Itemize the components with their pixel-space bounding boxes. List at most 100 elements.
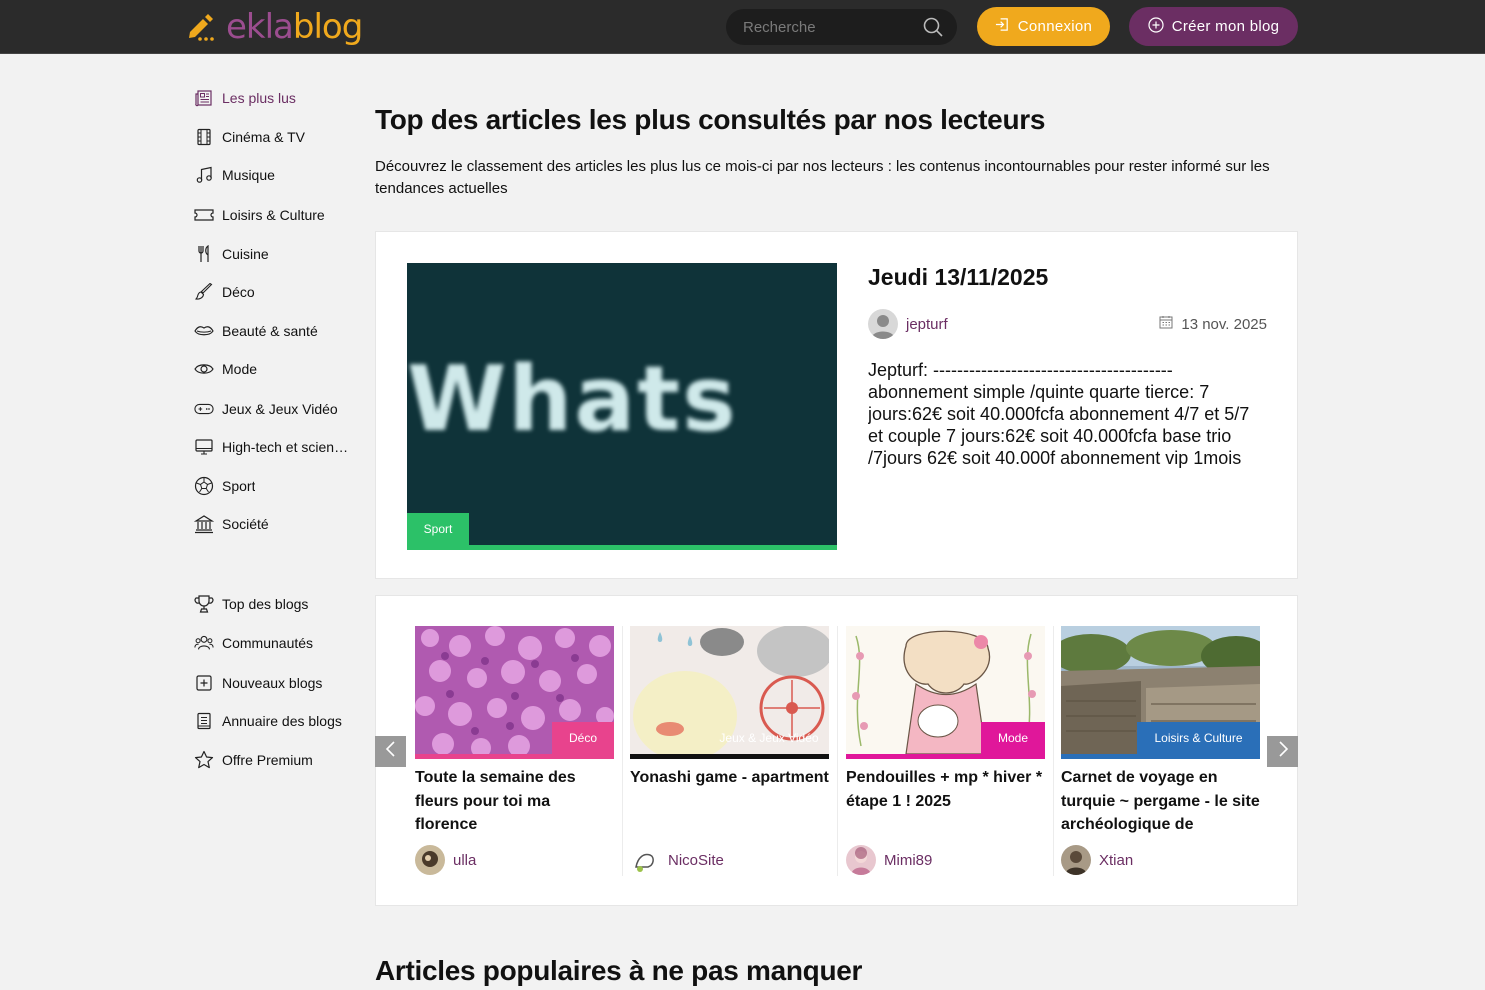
eye-icon bbox=[194, 359, 214, 379]
avatar bbox=[630, 845, 660, 875]
music-icon bbox=[194, 165, 214, 185]
avatar bbox=[1061, 845, 1091, 875]
sidebar-link-label: Annuaire des blogs bbox=[222, 713, 342, 729]
chevron-left-icon bbox=[384, 740, 398, 763]
category-tag[interactable]: Déco bbox=[552, 722, 614, 754]
sidebar-item-label: Cuisine bbox=[222, 246, 269, 262]
carousel-prev-button[interactable] bbox=[375, 736, 406, 767]
sidebar-item-beaute[interactable]: Beauté & santé bbox=[194, 320, 318, 342]
sidebar-item-label: Sport bbox=[222, 478, 256, 494]
login-icon bbox=[995, 17, 1010, 36]
sidebar-link-label: Top des blogs bbox=[222, 596, 309, 612]
brush-icon bbox=[194, 282, 214, 302]
film-icon bbox=[194, 127, 214, 147]
carousel-divider bbox=[837, 626, 838, 876]
ticket-icon bbox=[194, 205, 214, 225]
sidebar-link-label: Offre Premium bbox=[222, 752, 313, 768]
avatar bbox=[846, 845, 876, 875]
author-name: Mimi89 bbox=[884, 851, 933, 869]
sidebar-item-label: Beauté & santé bbox=[222, 323, 318, 339]
ball-icon bbox=[194, 476, 214, 496]
monitor-icon bbox=[194, 437, 214, 457]
logo-wordmark: eklablog bbox=[226, 7, 363, 47]
category-tag[interactable]: Mode bbox=[981, 722, 1045, 754]
category-tag[interactable]: Loisirs & Culture bbox=[1137, 722, 1260, 754]
top-header: eklablog Connexion Créer mon blog bbox=[0, 0, 1485, 54]
article-title[interactable]: Pendouilles + mp * hiver * étape 1 ! 202… bbox=[846, 766, 1045, 838]
sidebar-item-societe[interactable]: Société bbox=[194, 513, 269, 535]
login-button[interactable]: Connexion bbox=[977, 7, 1110, 46]
sidebar-link-top-blogs[interactable]: Top des blogs bbox=[194, 593, 308, 615]
page-intro: Découvrez le classement des articles les… bbox=[375, 158, 1270, 197]
featured-image-text: Whats bbox=[407, 347, 738, 452]
category-tag[interactable]: Jeux & Jeux Vidéo bbox=[709, 722, 829, 754]
sidebar-item-loisirs[interactable]: Loisirs & Culture bbox=[194, 204, 325, 226]
article-title[interactable]: Carnet de voyage en turquie ~ pergame - … bbox=[1061, 766, 1260, 838]
article-thumbnail[interactable]: Mode bbox=[846, 626, 1045, 759]
featured-date: 13 nov. 2025 bbox=[1159, 315, 1267, 333]
sidebar-item-sport[interactable]: Sport bbox=[194, 475, 255, 497]
star-icon bbox=[194, 750, 214, 770]
sidebar-link-nouveaux-blogs[interactable]: Nouveaux blogs bbox=[194, 672, 322, 694]
sidebar-link-label: Communautés bbox=[222, 635, 314, 651]
article-author[interactable]: Mimi89 bbox=[846, 845, 932, 875]
article-thumbnail[interactable]: Loisirs & Culture bbox=[1061, 626, 1260, 759]
search-input[interactable] bbox=[726, 9, 916, 45]
article-title[interactable]: Yonashi game - apartment bbox=[630, 766, 829, 838]
article-author[interactable]: ulla bbox=[415, 845, 476, 875]
sidebar-link-annuaire[interactable]: Annuaire des blogs bbox=[194, 710, 342, 732]
sidebar-item-jeux[interactable]: Jeux & Jeux Vidéo bbox=[194, 398, 338, 420]
author-name: NicoSite bbox=[668, 851, 724, 869]
avatar bbox=[415, 845, 445, 875]
sidebar-item-label: Mode bbox=[222, 361, 258, 377]
sidebar-link-premium[interactable]: Offre Premium bbox=[194, 749, 313, 771]
author-name: jepturf bbox=[906, 315, 948, 333]
plus-square-icon bbox=[194, 673, 214, 693]
search-icon[interactable] bbox=[922, 16, 944, 43]
login-label: Connexion bbox=[1017, 18, 1093, 35]
featured-article-card[interactable]: Whats Sport Jeudi 13/11/2025 jepturf 13 … bbox=[375, 231, 1298, 579]
carousel-next-button[interactable] bbox=[1267, 736, 1298, 767]
category-color-bar bbox=[407, 545, 837, 550]
featured-article-title[interactable]: Jeudi 13/11/2025 bbox=[868, 264, 1048, 291]
sidebar-item-les-plus-lus[interactable]: Les plus lus bbox=[194, 87, 296, 109]
fork-knife-icon bbox=[194, 244, 214, 264]
avatar bbox=[868, 309, 898, 339]
article-thumbnail[interactable]: Déco bbox=[415, 626, 614, 759]
featured-author[interactable]: jepturf bbox=[868, 309, 948, 339]
sidebar-item-label: Loisirs & Culture bbox=[222, 207, 325, 223]
create-blog-button[interactable]: Créer mon blog bbox=[1129, 7, 1298, 46]
section-title-popular: Articles populaires à ne pas manquer bbox=[375, 955, 863, 986]
article-title[interactable]: Toute la semaine des fleurs pour toi ma … bbox=[415, 766, 614, 838]
article-thumbnail[interactable]: Jeux & Jeux Vidéo bbox=[630, 626, 829, 759]
lips-icon bbox=[194, 321, 214, 341]
gamepad-icon bbox=[194, 399, 214, 419]
book-icon bbox=[194, 711, 214, 731]
sidebar-link-communautes[interactable]: Communautés bbox=[194, 632, 313, 654]
featured-article-image[interactable]: Whats Sport bbox=[407, 263, 837, 550]
date-text: 13 nov. 2025 bbox=[1181, 315, 1267, 333]
page-title: Top des articles les plus consultés par … bbox=[375, 104, 1046, 135]
sidebar-item-deco[interactable]: Déco bbox=[194, 281, 255, 303]
category-tag[interactable]: Sport bbox=[407, 513, 469, 545]
sidebar-item-label: Cinéma & TV bbox=[222, 129, 305, 145]
article-author[interactable]: NicoSite bbox=[630, 845, 724, 875]
sidebar-item-label: Jeux & Jeux Vidéo bbox=[222, 401, 338, 417]
sidebar-item-cuisine[interactable]: Cuisine bbox=[194, 243, 269, 265]
sidebar-item-label: Les plus lus bbox=[222, 90, 296, 106]
sidebar-item-cinema[interactable]: Cinéma & TV bbox=[194, 126, 305, 148]
sidebar-item-mode[interactable]: Mode bbox=[194, 358, 257, 380]
plus-circle-icon bbox=[1148, 16, 1164, 37]
sidebar-item-musique[interactable]: Musique bbox=[194, 164, 275, 186]
sidebar-item-label: Déco bbox=[222, 284, 255, 300]
article-author[interactable]: Xtian bbox=[1061, 845, 1133, 875]
chevron-right-icon bbox=[1276, 740, 1290, 763]
create-blog-label: Créer mon blog bbox=[1171, 18, 1280, 35]
site-logo[interactable]: eklablog bbox=[186, 4, 363, 50]
sidebar-link-label: Nouveaux blogs bbox=[222, 675, 323, 691]
sidebar-item-hightech[interactable]: High-tech et scienc… bbox=[194, 436, 349, 458]
calendar-icon bbox=[1159, 315, 1173, 333]
featured-excerpt: Jepturf: -------------------------------… bbox=[868, 360, 1250, 471]
newspaper-icon bbox=[194, 88, 214, 108]
search-box bbox=[726, 9, 957, 45]
